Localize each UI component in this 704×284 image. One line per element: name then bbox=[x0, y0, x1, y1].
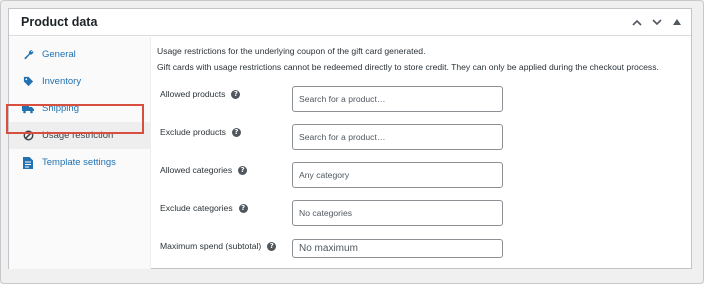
move-down-icon[interactable] bbox=[649, 14, 665, 30]
sidebar-item-general[interactable]: General bbox=[9, 41, 150, 68]
allowed-products-label: Allowed products ? bbox=[160, 89, 241, 99]
sidebar-item-label: Template settings bbox=[42, 157, 116, 168]
sidebar-item-shipping[interactable]: Shipping bbox=[9, 95, 150, 122]
exclude-products-label: Exclude products ? bbox=[160, 127, 241, 137]
notice-text-2: Gift cards with usage restrictions canno… bbox=[157, 62, 659, 72]
usage-restriction-panel: Usage restrictions for the underlying co… bbox=[157, 37, 691, 269]
document-icon bbox=[21, 156, 35, 170]
allowed-categories-input[interactable] bbox=[292, 162, 503, 188]
sidebar-item-label: General bbox=[42, 49, 76, 60]
sidebar-item-inventory[interactable]: Inventory bbox=[9, 68, 150, 95]
field-label: Allowed products bbox=[160, 89, 226, 99]
exclude-products-input[interactable] bbox=[292, 124, 503, 150]
sidebar-item-label: Usage restriction bbox=[42, 130, 114, 141]
collapse-icon[interactable] bbox=[669, 14, 685, 30]
help-icon[interactable]: ? bbox=[267, 241, 277, 251]
field-label: Maximum spend (subtotal) bbox=[160, 241, 262, 251]
field-label: Exclude products bbox=[160, 127, 226, 137]
panel-title: Product data bbox=[21, 15, 98, 29]
help-icon[interactable]: ? bbox=[231, 89, 241, 99]
wrench-icon bbox=[21, 48, 35, 62]
field-label: Exclude categories bbox=[160, 203, 233, 213]
help-icon[interactable]: ? bbox=[231, 127, 241, 137]
notice-text-1: Usage restrictions for the underlying co… bbox=[157, 46, 426, 56]
sidebar-item-usage-restriction[interactable]: Usage restriction bbox=[9, 122, 150, 149]
sidebar-item-template-settings[interactable]: Template settings bbox=[9, 149, 150, 176]
allowed-products-input[interactable] bbox=[292, 86, 503, 112]
maximum-spend-label: Maximum spend (subtotal) ? bbox=[160, 241, 277, 251]
tag-icon bbox=[21, 75, 35, 89]
allowed-categories-label: Allowed categories ? bbox=[160, 165, 248, 175]
maximum-spend-input[interactable] bbox=[292, 239, 503, 258]
move-up-icon[interactable] bbox=[629, 14, 645, 30]
panel-header: Product data bbox=[9, 9, 691, 36]
help-icon[interactable]: ? bbox=[238, 203, 248, 213]
field-label: Allowed categories bbox=[160, 165, 233, 175]
sidebar-item-label: Shipping bbox=[42, 103, 79, 114]
exclude-categories-label: Exclude categories ? bbox=[160, 203, 248, 213]
product-data-panel: Product data General Inventory Shipping … bbox=[8, 8, 692, 269]
product-data-tabs: General Inventory Shipping Usage restric… bbox=[9, 37, 151, 269]
no-entry-icon bbox=[21, 129, 35, 143]
panel-controls bbox=[629, 14, 685, 30]
truck-icon bbox=[21, 102, 35, 116]
sidebar-item-label: Inventory bbox=[42, 76, 82, 87]
exclude-categories-input[interactable] bbox=[292, 200, 503, 226]
help-icon[interactable]: ? bbox=[238, 165, 248, 175]
